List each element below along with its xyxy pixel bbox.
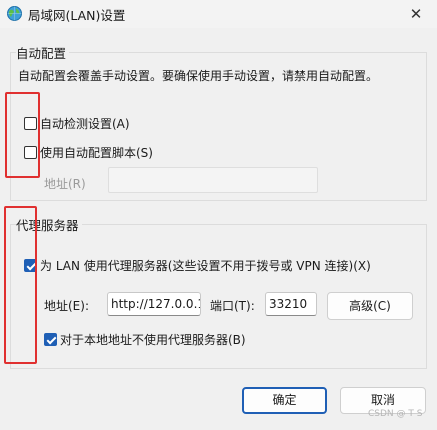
bypass-local-checkbox-box[interactable] <box>44 333 57 346</box>
proxy-group-left-border <box>10 224 11 368</box>
auto-config-description: 自动配置会覆盖手动设置。要确保使用手动设置，请禁用自动配置。 <box>18 69 379 83</box>
auto-detect-label: 自动检测设置(A) <box>40 117 130 131</box>
use-proxy-checkbox[interactable]: 为 LAN 使用代理服务器(这些设置不用于拨号或 VPN 连接)(X) <box>24 257 371 274</box>
window-title: 局域网(LAN)设置 <box>28 8 126 23</box>
close-icon: ✕ <box>409 5 423 23</box>
ok-button[interactable]: 确定 <box>242 387 327 414</box>
use-auto-config-script-checkbox-box[interactable] <box>24 146 37 159</box>
use-proxy-label: 为 LAN 使用代理服务器(这些设置不用于拨号或 VPN 连接)(X) <box>40 259 371 273</box>
proxy-port-input[interactable]: 33210 <box>265 292 317 316</box>
proxy-group-title: 代理服务器 <box>16 215 82 234</box>
proxy-address-label: 地址(E): <box>44 299 89 313</box>
proxy-group-right-border <box>426 224 427 368</box>
auto-config-group-left-border <box>10 52 11 200</box>
auto-detect-checkbox-box[interactable] <box>24 117 37 130</box>
bypass-local-checkbox[interactable]: 对于本地地址不使用代理服务器(B) <box>44 331 246 348</box>
proxy-address-input[interactable]: http://127.0.0.1 <box>107 292 201 316</box>
auto-config-address-input[interactable] <box>108 167 318 193</box>
advanced-button[interactable]: 高级(C) <box>327 292 413 320</box>
auto-config-group-title: 自动配置 <box>16 43 70 62</box>
use-auto-config-script-label: 使用自动配置脚本(S) <box>40 146 153 160</box>
csdn-watermark: CSDN @ T S <box>368 409 423 419</box>
use-auto-config-script-checkbox[interactable]: 使用自动配置脚本(S) <box>24 144 153 161</box>
auto-config-address-label: 地址(R) <box>44 177 86 191</box>
auto-config-group-bottom-border <box>10 200 427 201</box>
proxy-group-bottom-border <box>10 368 427 369</box>
auto-detect-checkbox[interactable]: 自动检测设置(A) <box>24 115 130 132</box>
bypass-local-label: 对于本地地址不使用代理服务器(B) <box>60 333 246 347</box>
title-bar: 局域网(LAN)设置 ✕ <box>0 0 437 28</box>
auto-config-group-right-border <box>426 52 427 200</box>
globe-network-icon <box>7 6 22 21</box>
auto-config-group-top-border <box>10 52 427 53</box>
use-proxy-checkbox-box[interactable] <box>24 259 37 272</box>
proxy-port-label: 端口(T): <box>210 299 255 313</box>
close-button[interactable]: ✕ <box>405 4 427 24</box>
